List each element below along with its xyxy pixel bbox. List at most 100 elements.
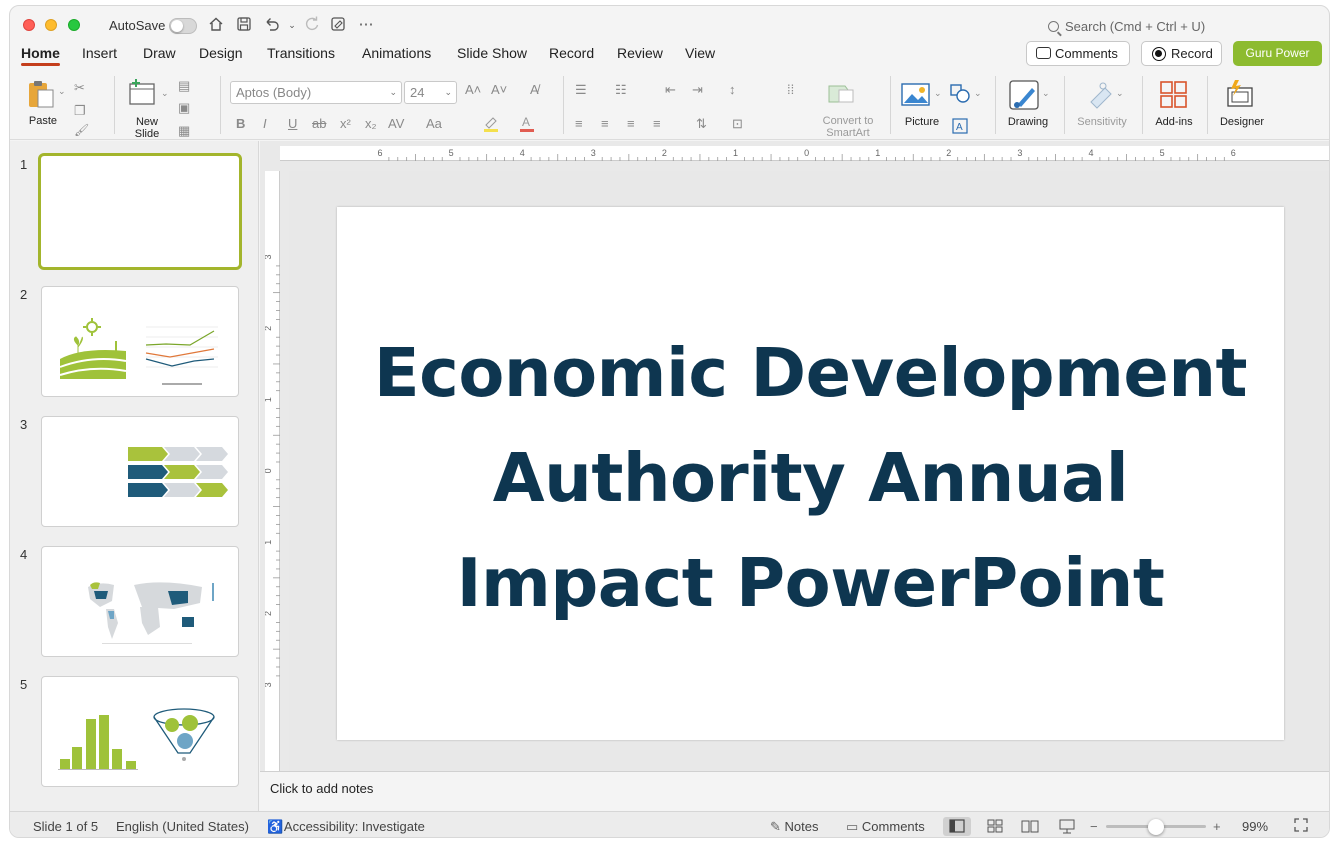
format-painter-icon[interactable]: 🖌 — [74, 123, 89, 137]
align-right-icon[interactable]: ≡ — [627, 116, 635, 131]
columns-icon[interactable]: ⁞⁞ — [787, 82, 794, 97]
font-color-icon[interactable]: A — [518, 114, 536, 135]
tab-review[interactable]: Review — [617, 44, 663, 68]
undo-icon[interactable] — [262, 16, 282, 34]
sensitivity-dropdown-icon[interactable]: ⌄ — [1116, 88, 1124, 99]
home-icon[interactable] — [206, 16, 226, 34]
slide-thumbnail-3[interactable] — [41, 416, 239, 527]
superscript-icon[interactable]: x² — [340, 116, 351, 131]
bullets-icon[interactable]: ☰ — [575, 82, 587, 98]
font-name-select[interactable]: Aptos (Body) ⌄ — [230, 81, 402, 104]
designer-icon[interactable] — [1225, 78, 1255, 110]
zoom-level[interactable]: 99% — [1242, 819, 1268, 834]
notes-placeholder: Click to add notes — [270, 781, 374, 796]
minimize-window-button[interactable] — [45, 19, 57, 31]
italic-icon[interactable]: I — [263, 116, 267, 131]
zoom-out-icon[interactable]: − — [1090, 819, 1098, 834]
paste-icon[interactable] — [26, 78, 58, 110]
strikethrough-icon[interactable]: ab — [312, 116, 326, 131]
align-left-icon[interactable]: ≡ — [575, 116, 583, 131]
new-slide-icon[interactable] — [128, 78, 158, 108]
drawing-dropdown-icon[interactable]: ⌄ — [1042, 88, 1050, 99]
tab-design[interactable]: Design — [199, 44, 243, 68]
picture-icon[interactable] — [901, 82, 931, 108]
redo-icon[interactable] — [302, 16, 322, 34]
cut-icon[interactable]: ✂ — [74, 80, 85, 96]
line-spacing-icon[interactable]: ↕ — [729, 82, 736, 97]
fit-to-window-icon[interactable] — [1293, 817, 1309, 836]
tab-slide-show[interactable]: Slide Show — [457, 44, 527, 68]
align-text-icon[interactable]: ⊡ — [732, 116, 743, 132]
guru-power-button[interactable]: Guru Power — [1233, 41, 1322, 66]
paste-dropdown-icon[interactable]: ⌄ — [58, 86, 66, 97]
underline-icon[interactable]: U — [288, 116, 297, 131]
tab-record[interactable]: Record — [549, 44, 594, 68]
tab-insert[interactable]: Insert — [82, 44, 117, 68]
notes-pane[interactable]: Click to add notes — [260, 771, 1329, 811]
numbering-icon[interactable]: ☷ — [615, 82, 627, 98]
decrease-font-icon[interactable]: A˅ — [491, 82, 507, 97]
slide-thumbnail-4[interactable] — [41, 546, 239, 657]
tab-home[interactable]: Home — [21, 44, 60, 68]
justify-icon[interactable]: ≡ — [653, 116, 661, 131]
smartart-icon[interactable] — [827, 82, 859, 106]
clear-formatting-icon[interactable]: A̸ — [530, 82, 539, 97]
character-spacing-icon[interactable]: AV — [388, 116, 404, 131]
subscript-icon[interactable]: x₂ — [365, 116, 377, 131]
add-ins-icon[interactable] — [1159, 80, 1189, 110]
slide-number: 2 — [20, 287, 28, 302]
shapes-icon[interactable] — [950, 84, 972, 104]
slide-show-button[interactable] — [1053, 817, 1081, 836]
slide-title[interactable]: Economic Development Authority Annual Im… — [357, 321, 1264, 636]
tab-draw[interactable]: Draw — [143, 44, 176, 68]
search-box[interactable]: Search (Cmd + Ctrl + U) — [1048, 16, 1308, 38]
accessibility-status[interactable]: ♿ Accessibility: Investigate — [267, 819, 425, 835]
notes-button[interactable]: ✎ Notes — [770, 819, 819, 835]
font-size-select[interactable]: 24 ⌄ — [404, 81, 457, 104]
slide-thumbnail-2[interactable] — [41, 286, 239, 397]
text-box-icon[interactable]: A — [952, 118, 968, 134]
slide-sorter-button[interactable] — [981, 817, 1009, 836]
horizontal-ruler: 6 5 4 3 2 1 0 1 2 3 4 5 6 — [280, 146, 1329, 161]
shapes-dropdown-icon[interactable]: ⌄ — [974, 88, 982, 99]
slide-thumbnail-5[interactable] — [41, 676, 239, 787]
drawing-icon[interactable] — [1009, 80, 1041, 112]
decrease-indent-icon[interactable]: ⇤ — [665, 82, 676, 98]
reset-icon[interactable]: ▣ — [178, 100, 190, 116]
zoom-slider-handle[interactable] — [1148, 819, 1164, 835]
increase-font-icon[interactable]: A˄ — [465, 82, 481, 97]
picture-dropdown-icon[interactable]: ⌄ — [934, 88, 942, 99]
save-icon[interactable] — [234, 16, 254, 34]
close-window-button[interactable] — [23, 19, 35, 31]
comments-status-button[interactable]: ▭ Comments — [846, 819, 925, 835]
highlight-icon[interactable] — [482, 114, 500, 135]
align-center-icon[interactable]: ≡ — [601, 116, 609, 131]
change-case-icon[interactable]: Aa — [426, 116, 442, 131]
reading-view-button[interactable] — [1016, 817, 1044, 836]
language-status[interactable]: English (United States) — [116, 819, 249, 834]
tab-animations[interactable]: Animations — [362, 44, 431, 68]
record-button[interactable]: Record — [1141, 41, 1222, 66]
current-slide[interactable]: Economic Development Authority Annual Im… — [337, 207, 1284, 740]
layout-icon[interactable]: ▤ — [178, 78, 190, 94]
customize-icon[interactable] — [328, 16, 348, 34]
text-direction-icon[interactable]: ⇅ — [696, 116, 707, 132]
undo-dropdown-icon[interactable]: ⌄ — [282, 16, 302, 34]
maximize-window-button[interactable] — [68, 19, 80, 31]
comments-button[interactable]: Comments — [1026, 41, 1130, 66]
tab-transitions[interactable]: Transitions — [267, 44, 335, 68]
zoom-in-icon[interactable]: + — [1213, 819, 1221, 834]
sensitivity-icon[interactable] — [1085, 80, 1115, 110]
ruler-label: 1 — [265, 397, 273, 402]
slide-number: 1 — [20, 157, 28, 172]
tab-view[interactable]: View — [685, 44, 715, 68]
normal-view-button[interactable] — [943, 817, 971, 836]
autosave-toggle[interactable] — [169, 18, 197, 34]
increase-indent-icon[interactable]: ⇥ — [692, 82, 703, 98]
bold-icon[interactable]: B — [236, 116, 245, 131]
slide-thumbnail-1[interactable] — [38, 153, 242, 270]
new-slide-dropdown-icon[interactable]: ⌄ — [161, 88, 169, 99]
section-icon[interactable]: ▦ — [178, 123, 190, 139]
copy-icon[interactable]: ❐ — [74, 103, 86, 119]
more-icon[interactable]: ⋯ — [356, 16, 376, 34]
